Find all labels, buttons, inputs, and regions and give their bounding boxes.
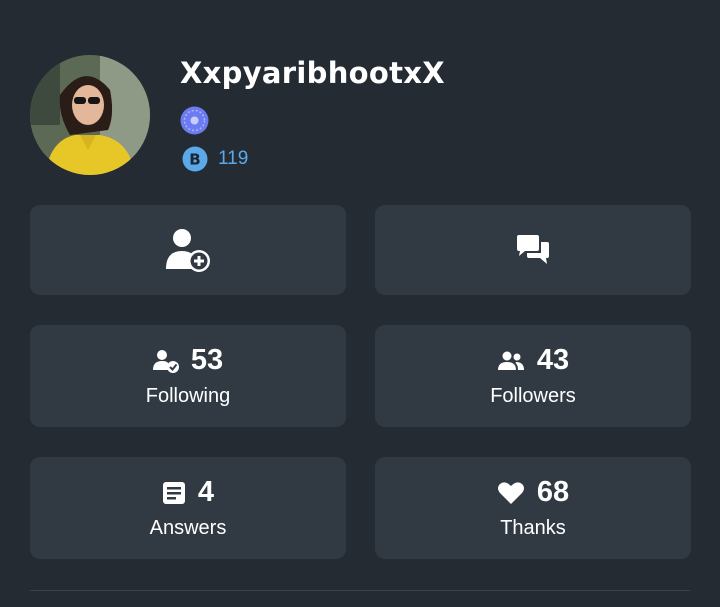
message-icon (517, 235, 549, 264)
avatar-image (30, 55, 150, 175)
add-friend-button[interactable] (30, 205, 346, 295)
thanks-label: Thanks (500, 517, 566, 539)
followers-card[interactable]: 43 Followers (375, 325, 691, 427)
username: XxpyaribhootxX (180, 56, 445, 90)
points-row: B 119 (182, 146, 248, 172)
following-label: Following (145, 385, 231, 407)
followers-icon (497, 351, 524, 370)
following-card[interactable]: 53 Following (30, 325, 346, 427)
answers-icon (162, 481, 185, 504)
heart-icon (497, 481, 524, 504)
brainly-points-icon: B (182, 146, 208, 172)
answers-label: Answers (149, 517, 227, 539)
points-value: 119 (218, 148, 249, 169)
answers-card[interactable]: 4 Answers (30, 457, 346, 559)
thanks-card[interactable]: 68 Thanks (375, 457, 691, 559)
profile-page: XxpyaribhootxX B 119 53 Following 43 Fol… (0, 0, 720, 607)
answers-count: 4 (197, 476, 215, 508)
following-count: 53 (190, 344, 224, 376)
rank-badge-icon[interactable] (180, 106, 209, 135)
avatar[interactable] (30, 55, 150, 175)
thanks-count: 68 (536, 476, 570, 508)
followers-label: Followers (490, 385, 576, 407)
divider (30, 590, 690, 591)
svg-text:B: B (189, 151, 200, 169)
following-icon (152, 349, 179, 373)
message-button[interactable] (375, 205, 691, 295)
add-friend-icon (166, 229, 210, 272)
followers-count: 43 (536, 344, 570, 376)
